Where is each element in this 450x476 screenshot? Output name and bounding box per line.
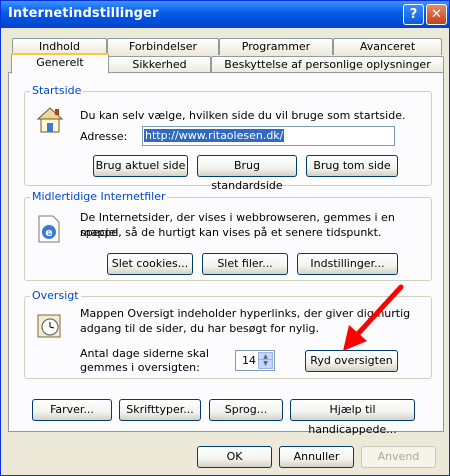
history-clock-icon <box>37 314 61 338</box>
close-button[interactable]: ✕ <box>426 4 447 25</box>
tab-sikkerhed[interactable]: Sikkerhed <box>108 56 211 73</box>
temp-files-legend: Midlertidige Internetfiler <box>30 190 168 203</box>
svg-text:e: e <box>45 226 52 239</box>
address-input[interactable]: http://www.ritaolesen.dk/ <box>142 126 395 146</box>
tab-generelt[interactable]: Generelt <box>11 53 109 74</box>
tab-panel-generelt: Startside Du kan selv vælge, hvilken sid… <box>8 72 444 436</box>
red-arrow-annotation <box>343 284 404 351</box>
days-value: 14 <box>242 354 256 367</box>
languages-button[interactable]: Sprog... <box>209 399 283 421</box>
window-title: Internetindstillinger <box>8 6 159 21</box>
tab-forbindelser[interactable]: Forbindelser <box>107 38 219 55</box>
ie-document-icon: e <box>38 215 60 243</box>
history-legend: Oversigt <box>30 289 81 302</box>
apply-button: Anvend <box>361 446 436 468</box>
fonts-button[interactable]: Skrifttyper... <box>119 399 201 421</box>
tab-programmer[interactable]: Programmer <box>219 38 333 55</box>
use-blank-page-button[interactable]: Brug tom side <box>306 155 398 177</box>
colors-button[interactable]: Farver... <box>32 399 112 421</box>
startside-legend: Startside <box>30 84 84 97</box>
use-default-page-button[interactable]: Brug standardside <box>197 155 297 192</box>
address-label: Adresse: <box>80 130 128 143</box>
title-bar[interactable]: Internetindstillinger ? ✕ <box>1 1 449 28</box>
delete-cookies-button[interactable]: Slet cookies... <box>107 253 193 275</box>
cancel-button[interactable]: Annuller <box>279 446 354 468</box>
ok-button[interactable]: OK <box>197 446 272 468</box>
stepper-down-icon[interactable]: ▼ <box>258 359 273 369</box>
home-icon <box>36 107 64 133</box>
settings-button[interactable]: Indstillinger... <box>297 253 398 275</box>
use-current-page-button[interactable]: Brug aktuel side <box>93 155 188 177</box>
tab-avanceret[interactable]: Avanceret <box>333 38 442 55</box>
history-description-2: adgang til de sider, du har besøgt for n… <box>80 322 319 335</box>
internet-options-dialog: Internetindstillinger ? ✕ Indhold Forbin… <box>0 0 450 476</box>
startside-description: Du kan selv vælge, hvilken side du vil b… <box>80 109 406 122</box>
startside-group: Startside Du kan selv vælge, hvilken sid… <box>24 84 432 192</box>
address-value: http://www.ritaolesen.dk/ <box>144 129 285 142</box>
help-button[interactable]: ? <box>403 4 424 25</box>
accessibility-button[interactable]: Hjælp til handicappede... <box>290 399 415 436</box>
days-label-2: gemmes i oversigten: <box>80 361 200 374</box>
delete-files-button[interactable]: Slet filer... <box>202 253 288 275</box>
temp-files-description-2: mappe, så de hurtigt kan vises på et sen… <box>80 226 382 239</box>
tab-privacy[interactable]: Beskyttelse af personlige oplysninger <box>211 56 444 73</box>
days-label-1: Antal dage siderne skal <box>80 347 209 360</box>
temp-files-group: Midlertidige Internetfiler e De Internet… <box>24 190 432 281</box>
days-stepper[interactable]: 14 ▲ ▼ <box>235 350 275 371</box>
